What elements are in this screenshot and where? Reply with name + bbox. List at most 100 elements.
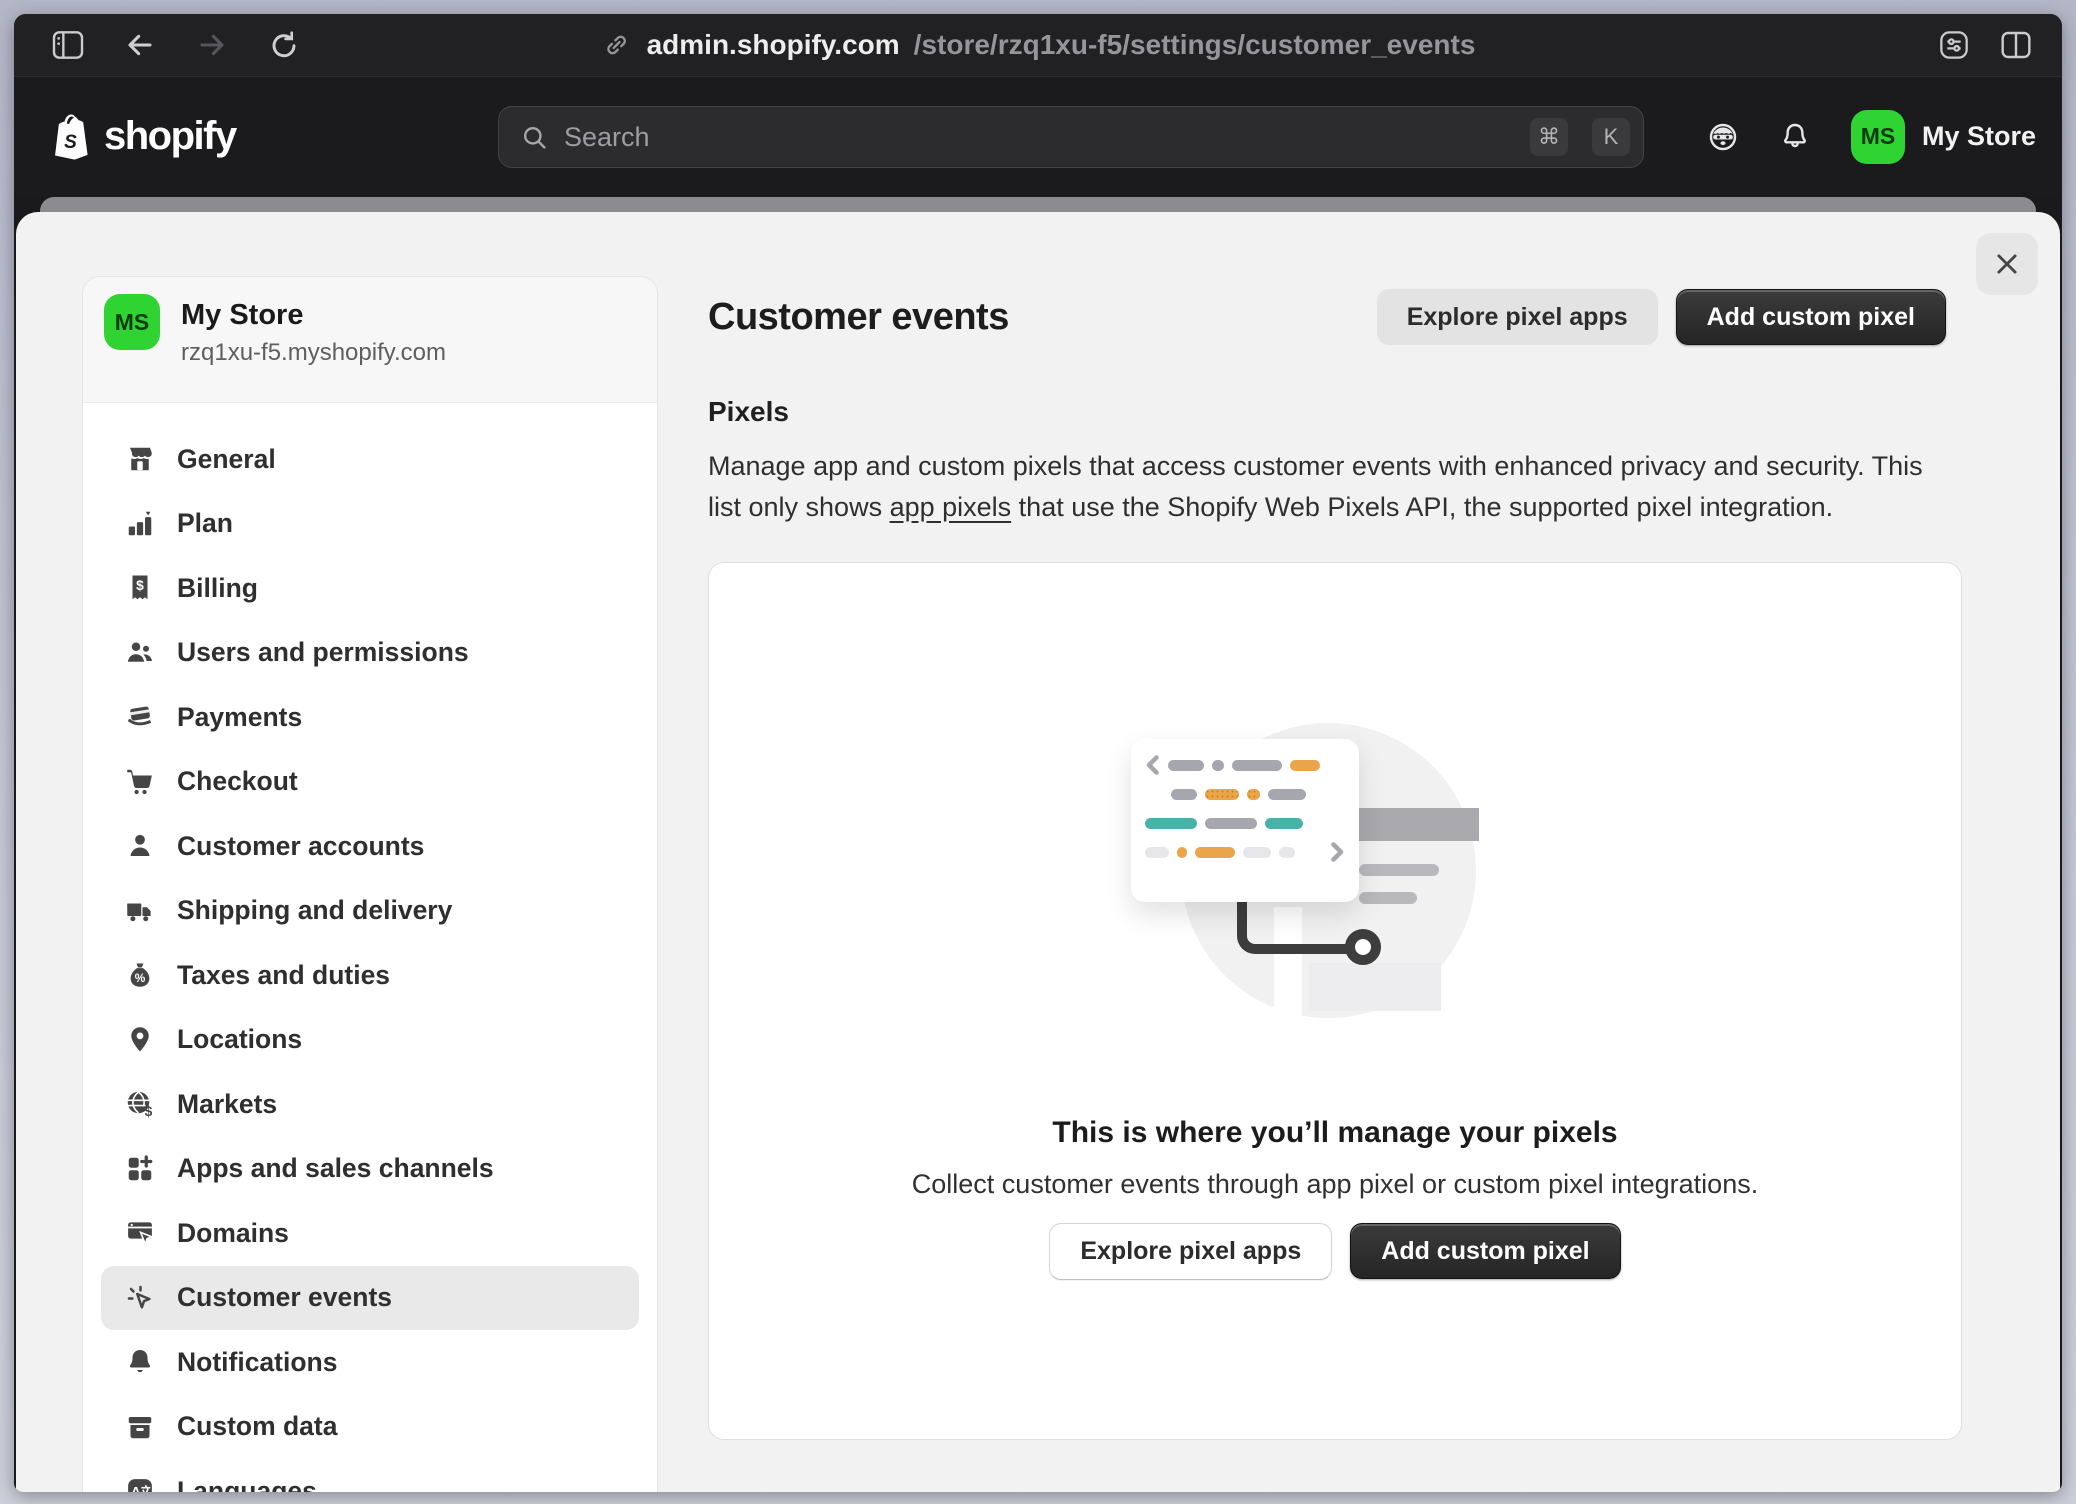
sidebar-item-label: Shipping and delivery bbox=[177, 895, 452, 926]
sidebar-item-domains[interactable]: Domains bbox=[101, 1201, 639, 1266]
illustration-node-ring bbox=[1345, 929, 1381, 965]
pixels-section-description: Manage app and custom pixels that access… bbox=[708, 446, 1960, 528]
sidebar-item-apps-and-sales-channels[interactable]: Apps and sales channels bbox=[101, 1137, 639, 1202]
sidebar-item-label: Domains bbox=[177, 1218, 289, 1249]
illustration-text-line bbox=[1359, 892, 1417, 904]
payments-card-icon bbox=[125, 702, 155, 732]
close-button[interactable] bbox=[1976, 233, 2038, 295]
shortcut-k-key: K bbox=[1592, 118, 1630, 156]
sidebar-item-users-and-permissions[interactable]: Users and permissions bbox=[101, 621, 639, 686]
sidebar-item-billing[interactable]: $ Billing bbox=[101, 556, 639, 621]
svg-text:S: S bbox=[64, 132, 77, 153]
url-path: /store/rzq1xu-f5/settings/customer_event… bbox=[914, 29, 1476, 61]
shopify-wordmark: shopify bbox=[104, 114, 236, 159]
add-custom-pixel-button[interactable]: Add custom pixel bbox=[1350, 1223, 1620, 1279]
notifications-bell-icon[interactable] bbox=[1779, 121, 1811, 153]
shopify-logo[interactable]: S shopify bbox=[48, 112, 236, 162]
sidebar-item-label: Plan bbox=[177, 508, 233, 539]
empty-state-heading: This is where you’ll manage your pixels bbox=[709, 1116, 1961, 1150]
browser-window: admin.shopify.com/store/rzq1xu-f5/settin… bbox=[14, 14, 2062, 1492]
add-custom-pixel-button[interactable]: Add custom pixel bbox=[1676, 289, 1946, 345]
back-icon[interactable] bbox=[124, 29, 156, 61]
sidebar-item-locations[interactable]: Locations bbox=[101, 1008, 639, 1073]
svg-text:%: % bbox=[135, 971, 146, 985]
search-input[interactable]: Search ⌘ K bbox=[498, 106, 1644, 168]
store-name: My Store bbox=[181, 299, 303, 332]
link-icon bbox=[601, 29, 633, 61]
address-bar[interactable]: admin.shopify.com/store/rzq1xu-f5/settin… bbox=[601, 29, 1476, 61]
shipping-truck-icon bbox=[125, 896, 155, 926]
app-pixels-link[interactable]: app pixels bbox=[890, 492, 1012, 522]
page-settings-icon[interactable] bbox=[1938, 29, 1970, 61]
store-avatar: MS bbox=[104, 294, 160, 350]
notifications-bell-icon bbox=[125, 1347, 155, 1377]
store-avatar: MS bbox=[1851, 110, 1905, 164]
explore-pixel-apps-button[interactable]: Explore pixel apps bbox=[1049, 1223, 1332, 1280]
sidebar-item-label: Markets bbox=[177, 1089, 277, 1120]
svg-text:A: A bbox=[131, 1485, 141, 1493]
sidebar-toggle-icon[interactable] bbox=[52, 29, 84, 61]
illustration-text-line bbox=[1359, 864, 1439, 876]
admin-top-bar: S shopify Search ⌘ K bbox=[14, 76, 2062, 196]
store-header: MS My Store rzq1xu-f5.myshopify.com bbox=[83, 277, 657, 403]
account-menu[interactable]: MS My Store bbox=[1851, 110, 2036, 164]
close-icon bbox=[1993, 250, 2021, 278]
shortcut-cmd-key: ⌘ bbox=[1530, 118, 1568, 156]
illustration-connector-line bbox=[1237, 902, 1353, 954]
sidebar-item-plan[interactable]: Plan bbox=[101, 492, 639, 557]
forward-icon[interactable] bbox=[196, 29, 228, 61]
users-icon bbox=[125, 638, 155, 668]
sidebar-item-label: Checkout bbox=[177, 766, 298, 797]
sidebar-item-label: Locations bbox=[177, 1024, 302, 1055]
svg-text:$: $ bbox=[145, 1104, 153, 1119]
languages-translate-icon: A bbox=[125, 1476, 155, 1492]
sidebar-item-shipping-and-delivery[interactable]: Shipping and delivery bbox=[101, 879, 639, 944]
illustration-code-card bbox=[1131, 739, 1359, 902]
locations-pin-icon bbox=[125, 1025, 155, 1055]
sidebar-item-markets[interactable]: $ Markets bbox=[101, 1072, 639, 1137]
sidebar-item-label: Notifications bbox=[177, 1347, 337, 1378]
domains-window-icon bbox=[125, 1218, 155, 1248]
sidebar-item-custom-data[interactable]: Custom data bbox=[101, 1395, 639, 1460]
sidebar-item-label: Billing bbox=[177, 573, 258, 604]
sidebar-item-label: Languages bbox=[177, 1476, 317, 1492]
sidebar-item-customer-events[interactable]: Customer events bbox=[101, 1266, 639, 1331]
chevron-left-icon bbox=[1145, 755, 1160, 775]
search-icon bbox=[521, 124, 548, 151]
search-placeholder: Search bbox=[564, 122, 1506, 153]
sidebar-item-label: Customer accounts bbox=[177, 831, 424, 862]
explore-pixel-apps-button[interactable]: Explore pixel apps bbox=[1377, 289, 1658, 345]
svg-text:$: $ bbox=[136, 578, 144, 593]
checkout-cart-icon bbox=[125, 767, 155, 797]
settings-nav: General Plan $ Billing Users and permissions… bbox=[83, 403, 657, 1492]
sidebar-item-taxes-and-duties[interactable]: % Taxes and duties bbox=[101, 943, 639, 1008]
sidekick-assistant-icon[interactable] bbox=[1707, 121, 1739, 153]
sidebar-item-label: Customer events bbox=[177, 1282, 392, 1313]
custom-data-box-icon bbox=[125, 1412, 155, 1442]
sidebar-item-checkout[interactable]: Checkout bbox=[101, 750, 639, 815]
taxes-moneybag-icon: % bbox=[125, 960, 155, 990]
chevron-right-icon bbox=[1330, 842, 1345, 862]
reload-icon[interactable] bbox=[268, 29, 300, 61]
page-title: Customer events bbox=[708, 296, 1009, 339]
plan-chart-icon bbox=[125, 509, 155, 539]
sidebar-item-label: Payments bbox=[177, 702, 302, 733]
sidebar-item-notifications[interactable]: Notifications bbox=[101, 1330, 639, 1395]
store-domain: rzq1xu-f5.myshopify.com bbox=[181, 339, 446, 367]
apps-grid-icon bbox=[125, 1154, 155, 1184]
customer-events-click-icon bbox=[125, 1283, 155, 1313]
sidebar-item-label: Taxes and duties bbox=[177, 960, 390, 991]
illustration-page-block bbox=[1309, 963, 1441, 1011]
settings-modal: MS My Store rzq1xu-f5.myshopify.com Gene… bbox=[16, 212, 2060, 1492]
shopify-bag-icon: S bbox=[48, 112, 92, 162]
sidebar-item-label: Custom data bbox=[177, 1411, 338, 1442]
sidebar-item-languages[interactable]: A Languages bbox=[101, 1459, 639, 1492]
description-text: that use the Shopify Web Pixels API, the… bbox=[1011, 492, 1833, 522]
billing-receipt-icon: $ bbox=[125, 573, 155, 603]
url-host: admin.shopify.com bbox=[647, 29, 900, 61]
split-view-icon[interactable] bbox=[2000, 29, 2032, 61]
sidebar-item-customer-accounts[interactable]: Customer accounts bbox=[101, 814, 639, 879]
sidebar-item-general[interactable]: General bbox=[101, 427, 639, 492]
storefront-icon bbox=[125, 444, 155, 474]
sidebar-item-payments[interactable]: Payments bbox=[101, 685, 639, 750]
